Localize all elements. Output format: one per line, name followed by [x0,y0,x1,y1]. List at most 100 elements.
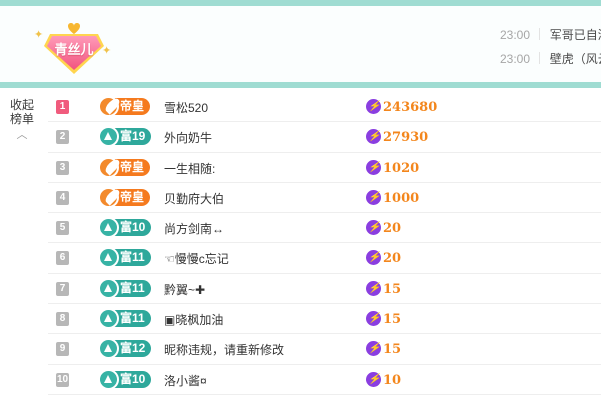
level-label: 帝皇 [120,99,145,113]
value-text: 15 [383,312,402,328]
level-label: 富10 [120,220,146,235]
user-name: ☜慢慢c忘记 [164,252,229,267]
list-item[interactable]: 8 富11 ▣晓枫加油 15 [48,304,601,335]
message-separator [539,28,541,40]
user-name: 黔翼~✚ [164,282,206,297]
list-item[interactable]: 5 富10 尚方剑南↔ 20 [48,213,601,244]
ranking-list: 1 帝皇 雪松520 243680 2 富19 外向奶牛 27930 3 帝皇 … [48,92,601,395]
value-text: 20 [383,251,402,267]
crown-icon [98,96,119,117]
rank-number: 10 [56,372,69,387]
level-badge: 帝皇 [98,96,151,117]
section-divider [0,82,601,88]
value-text: 243680 [383,100,438,115]
level-badge: 富19 [98,126,152,148]
crown-icon [98,156,119,178]
value-text: 27930 [383,130,429,146]
list-item[interactable]: 4 帝皇 贝勤府大伯 1000 [48,183,601,214]
lightning-icon [366,341,381,357]
level-badge: 富10 [98,368,152,390]
level-label: 富12 [120,341,146,356]
list-item[interactable]: 10 富10 洛小酱¤ 10 [48,365,601,395]
user-name: 尚方剑南↔ [164,222,225,237]
contribution-value: 243680 [366,99,437,115]
value-text: 10 [383,372,402,388]
message-time: 23:00 [500,52,531,66]
message-text: 军哥已自添 [549,28,601,42]
chevron-up-icon: ︿ [16,129,28,141]
triangle-icon [98,247,119,269]
level-label: 富19 [120,129,146,144]
triangle-icon [98,277,119,299]
sparkle-icon: ✦ [34,29,44,41]
rank-number: 1 [56,100,69,114]
list-item[interactable]: 9 富12 昵称违规，请重新修改 15 [48,334,601,365]
level-label: 富11 [120,280,145,295]
contribution-value: 15 [366,341,401,357]
header-panel: 青丝儿 ✦ ✦ 23:00 军哥已自添 23:00 壁虎（风云 [0,6,601,82]
level-label: 富10 [120,371,146,386]
fan-badge[interactable]: 青丝儿 [38,20,110,78]
list-item[interactable]: 2 富19 外向奶牛 27930 [48,122,601,153]
level-label: 帝皇 [120,189,145,204]
chat-message: 23:00 军哥已自添 [500,26,601,44]
collapse-ranking-toggle[interactable]: 收起 榜单 ︿ [6,98,38,142]
triangle-icon [98,368,119,390]
level-badge: 富11 [98,277,151,299]
lightning-icon [366,280,381,296]
list-item[interactable]: 7 富11 黔翼~✚ 15 [48,274,601,305]
lightning-icon [366,220,381,236]
badge-label: 青丝儿 [54,42,94,57]
user-name: 贝勤府大伯 [164,191,225,206]
user-name: 一生相随: [164,161,216,176]
lightning-icon [366,311,381,327]
contribution-value: 1020 [366,159,420,176]
value-text: 1000 [383,190,420,206]
lightning-icon [366,99,381,114]
triangle-icon [98,217,119,239]
user-name: ▣晓枫加油 [164,313,224,328]
lightning-icon [366,129,381,145]
message-text: 壁虎（风云 [549,52,601,66]
level-label: 富11 [120,250,145,265]
contribution-value: 10 [366,371,402,388]
rank-number: 3 [56,160,69,175]
level-label: 帝皇 [120,159,145,174]
level-label: 富11 [120,311,145,326]
rank-number: 5 [56,221,69,236]
crown-icon [98,186,119,208]
triangle-icon [98,126,119,148]
contribution-value: 20 [366,220,401,236]
rank-number: 9 [56,342,69,357]
lightning-icon [366,371,381,387]
user-name: 外向奶牛 [164,131,213,146]
user-name: 昵称违规，请重新修改 [164,343,285,358]
contribution-value: 15 [366,280,402,297]
value-text: 20 [383,221,402,237]
value-text: 15 [383,281,402,297]
sparkle-icon: ✦ [102,45,112,57]
level-badge: 帝皇 [98,186,151,208]
lightning-icon [366,159,381,175]
list-item[interactable]: 1 帝皇 雪松520 243680 [48,92,601,123]
triangle-icon [98,338,119,360]
message-separator [539,52,541,64]
user-name: 雪松520 [164,101,209,115]
user-name: 洛小酱¤ [164,373,207,388]
level-badge: 富11 [98,247,151,269]
list-item[interactable]: 6 富11 ☜慢慢c忘记 20 [48,243,601,274]
value-text: 1020 [383,160,420,176]
contribution-value: 15 [366,311,401,327]
contribution-value: 1000 [366,189,420,206]
triangle-icon [98,308,119,330]
rank-number: 8 [56,312,69,327]
toggle-label-line1: 收起 [9,98,34,112]
rank-number: 2 [56,130,69,145]
list-item[interactable]: 3 帝皇 一生相随: 1020 [48,153,601,183]
contribution-value: 27930 [366,129,428,145]
contribution-value: 20 [366,250,401,266]
toggle-label-line2: 榜单 [9,112,34,126]
rank-number: 7 [56,281,69,296]
level-badge: 帝皇 [98,156,151,178]
lightning-icon [366,189,381,205]
